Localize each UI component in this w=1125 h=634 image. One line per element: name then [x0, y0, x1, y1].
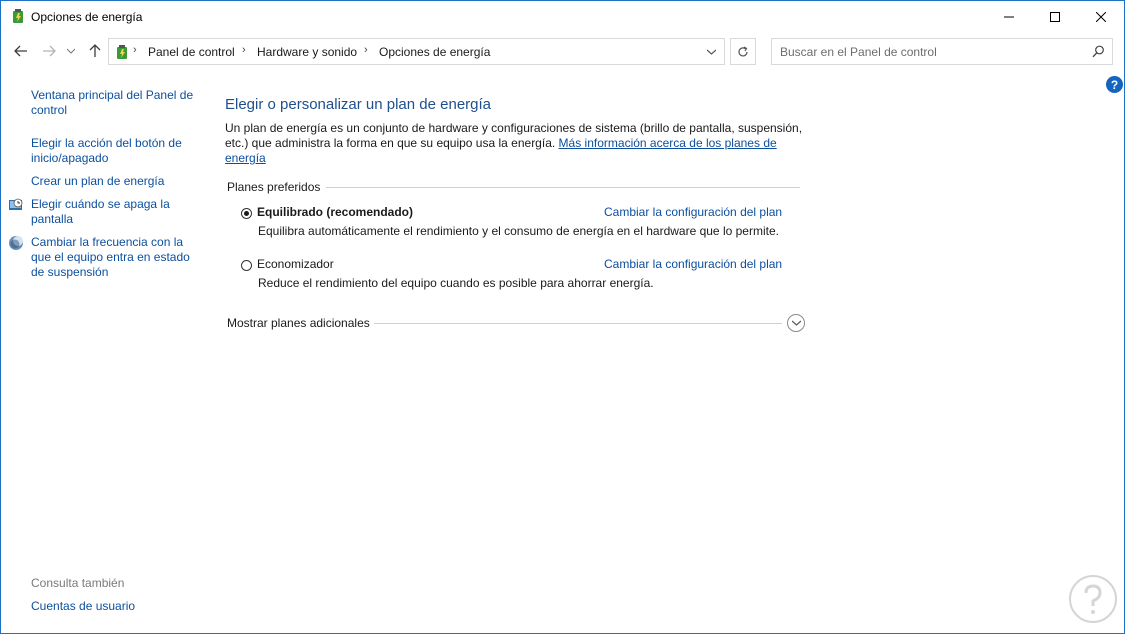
refresh-button[interactable] [730, 38, 756, 65]
page-description: Un plan de energía es un conjunto de har… [225, 121, 805, 166]
change-plan-settings-link[interactable]: Cambiar la configuración del plan [604, 205, 782, 219]
left-link-panel-home[interactable]: Ventana principal del Panel de control [31, 88, 196, 118]
display-timer-icon [8, 197, 24, 213]
left-link-user-accounts[interactable]: Cuentas de usuario [31, 599, 135, 613]
address-history-button[interactable] [698, 39, 724, 64]
power-options-icon [10, 8, 26, 24]
show-additional-plans-label[interactable]: Mostrar planes adicionales [227, 316, 370, 330]
maximize-icon [1050, 11, 1060, 22]
breadcrumb-separator: › [364, 44, 368, 56]
forward-button[interactable] [39, 41, 59, 61]
change-plan-settings-link[interactable]: Cambiar la configuración del plan [604, 257, 782, 271]
breadcrumb-opciones-de-energia[interactable]: Opciones de energía [379, 45, 490, 59]
left-link-sleep-frequency[interactable]: Cambiar la frecuencia con la que el equi… [31, 235, 196, 280]
close-button[interactable] [1078, 1, 1124, 32]
preferred-plans-label: Planes preferidos [227, 180, 327, 194]
plan-description-power-saver: Reduce el rendimiento del equipo cuando … [258, 276, 654, 290]
search-icon[interactable] [1092, 45, 1105, 61]
left-link-create-plan[interactable]: Crear un plan de energía [31, 174, 201, 189]
arrow-left-icon [14, 45, 27, 57]
refresh-icon [738, 45, 748, 56]
left-link-power-button-action[interactable]: Elegir la acción del botón de inicio/apa… [31, 136, 191, 166]
up-button[interactable] [85, 41, 105, 61]
sleep-moon-icon [8, 235, 24, 251]
help-watermark-icon [1068, 574, 1118, 624]
minimize-button[interactable] [986, 1, 1032, 32]
address-bar[interactable]: › Panel de control › Hardware y sonido ›… [108, 38, 725, 65]
control-panel-icon [113, 43, 131, 61]
breadcrumb-separator: › [242, 44, 246, 56]
expand-additional-plans-button[interactable] [787, 314, 805, 332]
plan-radio-balanced[interactable] [241, 208, 252, 219]
search-input[interactable]: Buscar en el Panel de control [780, 45, 937, 59]
arrow-up-icon [89, 44, 101, 57]
plan-radio-power-saver[interactable] [241, 260, 252, 271]
chevron-down-icon [706, 49, 716, 55]
breadcrumb-separator: › [133, 44, 137, 56]
back-button[interactable] [11, 41, 31, 61]
breadcrumb-hardware-y-sonido[interactable]: Hardware y sonido [257, 45, 357, 59]
plan-name-power-saver[interactable]: Economizador [257, 257, 334, 271]
chevron-down-icon [791, 320, 801, 326]
title-bar[interactable]: Opciones de energía [1, 1, 1124, 32]
left-link-display-off[interactable]: Elegir cuándo se apaga la pantalla [31, 197, 181, 227]
breadcrumb-panel-de-control[interactable]: Panel de control [148, 45, 235, 59]
close-icon [1096, 11, 1106, 22]
minimize-icon [1004, 16, 1014, 17]
chevron-down-icon [67, 48, 75, 54]
power-options-window: Opciones de energía › Panel de control ›… [0, 0, 1125, 634]
page-title: Elegir o personalizar un plan de energía [225, 96, 492, 113]
divider [374, 323, 782, 324]
arrow-right-icon [43, 45, 56, 57]
help-button[interactable]: ? [1106, 76, 1123, 93]
search-box[interactable]: Buscar en el Panel de control [771, 38, 1113, 65]
recent-locations-button[interactable] [64, 41, 78, 61]
plan-name-balanced[interactable]: Equilibrado (recomendado) [257, 205, 413, 219]
plan-description-balanced: Equilibra automáticamente el rendimiento… [258, 224, 779, 238]
window-title: Opciones de energía [31, 10, 143, 24]
see-also-label: Consulta también [31, 576, 125, 590]
maximize-button[interactable] [1032, 1, 1078, 32]
